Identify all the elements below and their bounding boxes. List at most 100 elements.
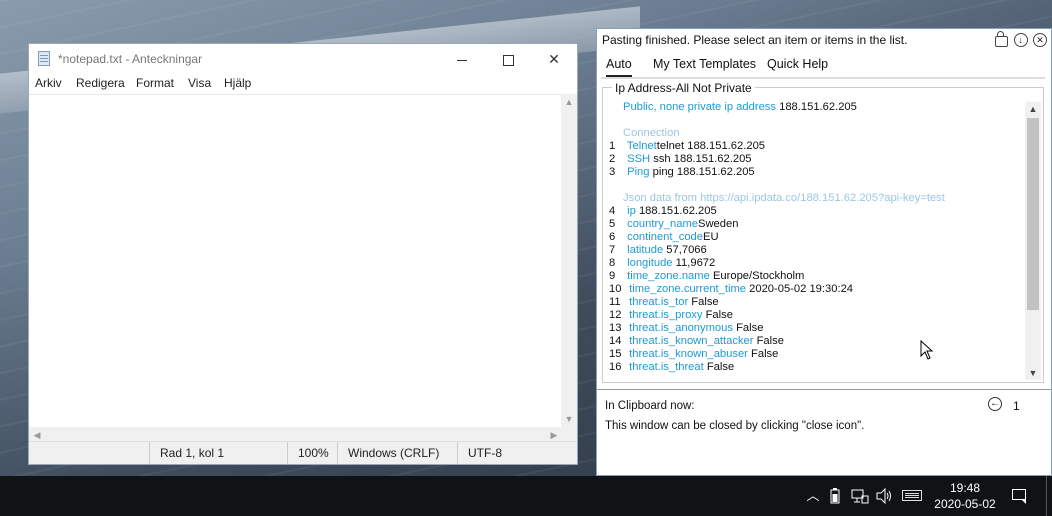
clipboard-item-list: Public, none private ip address 188.151.… xyxy=(609,100,1021,380)
item-key: threat.is_known_attacker xyxy=(629,335,754,347)
tab-quick-help[interactable]: Quick Help xyxy=(767,57,828,75)
list-item[interactable]: 7 latitude 57,7066 xyxy=(609,244,707,257)
menu-arkiv[interactable]: Arkiv xyxy=(35,76,62,90)
minimize-icon xyxy=(457,59,467,61)
mouse-cursor-icon xyxy=(920,340,934,360)
maximize-button[interactable] xyxy=(485,44,531,74)
group-title: Ip Address-All Not Private xyxy=(612,81,755,95)
clipboard-now-label: In Clipboard now: xyxy=(605,400,695,412)
item-key: Telnet xyxy=(626,140,657,152)
list-item[interactable]: 14 threat.is_known_attacker False xyxy=(609,335,784,348)
item-number: 6 xyxy=(609,231,616,243)
clock-time: 19:48 xyxy=(949,481,981,495)
keyboard-icon[interactable] xyxy=(902,490,922,501)
scroll-up-icon[interactable]: ▲ xyxy=(1025,102,1041,116)
scrollbar-thumb[interactable] xyxy=(1027,118,1039,310)
item-key: threat.is_anonymous xyxy=(629,322,733,334)
list-item[interactable]: 15 threat.is_known_abuser False xyxy=(609,348,778,361)
list-item[interactable]: 4 ip 188.151.62.205 xyxy=(609,205,717,218)
item-number: 8 xyxy=(609,257,616,269)
status-encoding: UTF-8 xyxy=(457,442,577,464)
item-number: 9 xyxy=(609,270,616,282)
close-icon[interactable]: ✕ xyxy=(1033,32,1047,47)
item-number: 7 xyxy=(609,244,616,256)
item-number: 11 xyxy=(609,296,621,308)
item-value: EU xyxy=(703,231,719,243)
maximize-icon xyxy=(502,54,514,66)
list-item[interactable]: 8 longitude 11,9672 xyxy=(609,257,715,270)
item-key: Public, none private ip address xyxy=(623,101,776,113)
menu-format[interactable]: Format xyxy=(136,76,174,90)
minimize-button[interactable] xyxy=(439,44,485,74)
list-item[interactable]: 1 Telnettelnet 188.151.62.205 xyxy=(609,140,765,153)
item-key: threat.is_known_abuser xyxy=(629,348,748,360)
ip-address-group: Ip Address-All Not Private Public, none … xyxy=(602,81,1044,383)
list-item[interactable]: 5 country_nameSweden xyxy=(609,218,738,231)
status-line-endings: Windows (CRLF) xyxy=(337,442,457,464)
list-item[interactable]: 10 time_zone.current_time 2020-05-02 19:… xyxy=(609,283,853,296)
notification-icon[interactable] xyxy=(1012,489,1026,504)
item-value: 188.151.62.205 xyxy=(638,205,717,217)
item-number: 1 xyxy=(609,140,616,152)
close-icon: ✕ xyxy=(548,51,560,67)
close-button[interactable]: ✕ xyxy=(531,44,577,74)
scroll-down-icon[interactable]: ▼ xyxy=(1025,366,1041,380)
item-key: latitude xyxy=(627,244,664,256)
item-key: continent_code xyxy=(627,231,703,243)
item-value: Europe/Stockholm xyxy=(712,270,805,282)
taskbar-clock[interactable]: 19:48 2020-05-02 xyxy=(930,480,1000,512)
clipboard-list-scrollbar[interactable]: ▲ ▼ xyxy=(1025,102,1041,380)
clipboard-header: Pasting finished. Please select an item … xyxy=(602,33,908,47)
show-desktop-button[interactable] xyxy=(1046,476,1052,516)
item-key: Ping xyxy=(627,166,650,178)
item-number: 10 xyxy=(609,283,622,295)
item-number: 5 xyxy=(609,218,616,230)
menu-visa[interactable]: Visa xyxy=(188,76,211,90)
list-item[interactable]: 13 threat.is_anonymous False xyxy=(609,322,763,335)
network-icon[interactable] xyxy=(851,488,869,504)
scroll-up-icon[interactable]: ▲ xyxy=(561,94,577,110)
item-number: 14 xyxy=(609,335,622,347)
item-value: False xyxy=(705,309,733,321)
notepad-vertical-scrollbar[interactable]: ▲ ▼ xyxy=(561,94,577,427)
status-zoom: 100% xyxy=(287,442,337,464)
back-arrow-icon[interactable]: ← xyxy=(988,397,1002,411)
item-key: time_zone.current_time xyxy=(629,283,747,295)
list-item-public-ip[interactable]: Public, none private ip address 188.151.… xyxy=(623,101,857,114)
item-key: threat.is_threat xyxy=(629,361,704,373)
notepad-text-area[interactable] xyxy=(29,94,562,428)
scroll-down-icon[interactable]: ▼ xyxy=(561,411,577,427)
list-item[interactable]: 2 SSH ssh 188.151.62.205 xyxy=(609,153,752,166)
list-item[interactable]: 6 continent_codeEU xyxy=(609,231,719,244)
notepad-titlebar[interactable]: *notepad.txt - Anteckningar ✕ xyxy=(29,44,577,74)
chevron-up-icon[interactable]: ︿ xyxy=(804,476,822,516)
tab-my-text-templates[interactable]: My Text Templates xyxy=(653,57,756,75)
notepad-menubar: Arkiv Redigera Format Visa Hjälp xyxy=(29,74,577,94)
item-number: 15 xyxy=(609,348,622,360)
lock-icon[interactable] xyxy=(995,30,1009,47)
item-value: False xyxy=(751,348,779,360)
download-icon[interactable]: ↓ xyxy=(1013,32,1028,47)
item-key: ip xyxy=(627,205,636,217)
list-item[interactable]: 16 threat.is_threat False xyxy=(609,361,734,374)
list-item[interactable]: 12 threat.is_proxy False xyxy=(609,309,733,322)
clock-date: 2020-05-02 xyxy=(934,497,996,511)
list-item[interactable]: 9 time_zone.name Europe/Stockholm xyxy=(609,270,804,283)
notepad-app-icon xyxy=(38,51,50,66)
menu-hjalp[interactable]: Hjälp xyxy=(224,76,251,90)
section-label-connection: Connection xyxy=(623,127,680,139)
menu-redigera[interactable]: Redigera xyxy=(76,76,125,90)
item-value: 2020-05-02 19:30:24 xyxy=(749,283,854,295)
item-value: ssh 188.151.62.205 xyxy=(653,153,752,165)
volume-icon[interactable] xyxy=(876,488,894,504)
section-label-json-source: Json data from https://api.ipdata.co/188… xyxy=(623,192,945,204)
list-item[interactable]: 3 Ping ping 188.151.62.205 xyxy=(609,166,755,179)
list-item[interactable]: 11 threat.is_tor False xyxy=(609,296,719,309)
tab-auto[interactable]: Auto xyxy=(606,57,632,77)
item-key: threat.is_proxy xyxy=(629,309,703,321)
clipboard-divider xyxy=(597,389,1051,390)
item-value: False xyxy=(706,361,735,373)
item-value: 57,7066 xyxy=(666,244,707,256)
battery-icon[interactable] xyxy=(830,488,840,504)
item-value: 11,9672 xyxy=(675,257,716,269)
